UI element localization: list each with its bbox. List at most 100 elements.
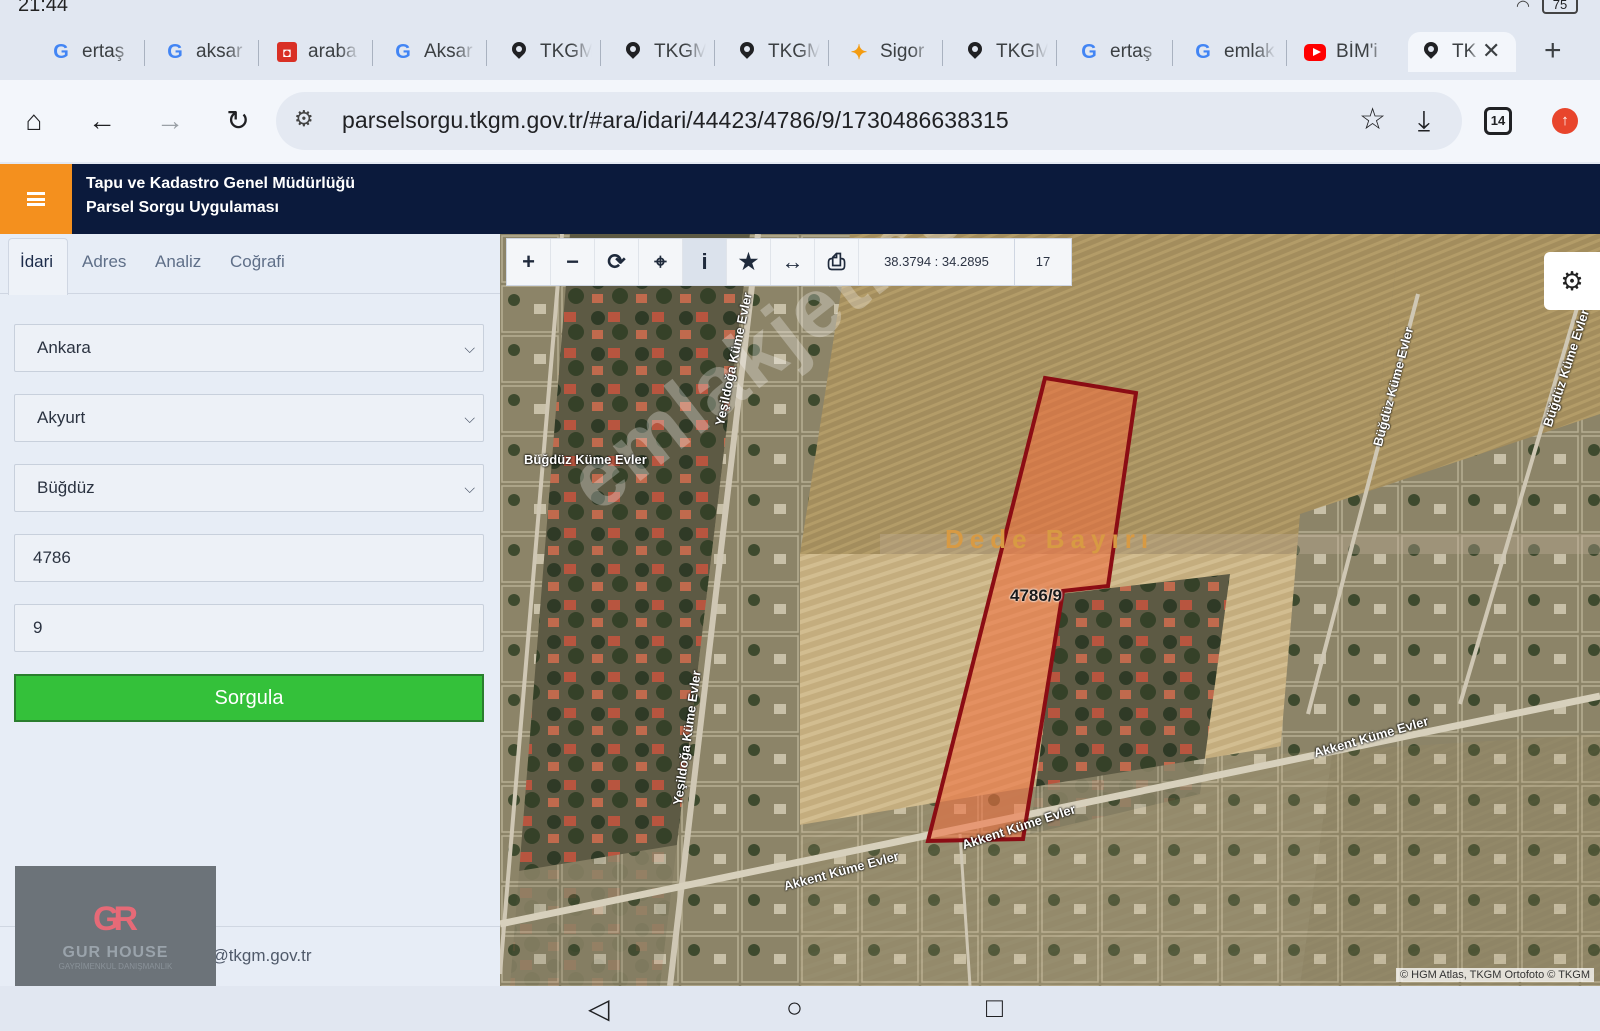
nav-recents-icon[interactable]: □	[986, 992, 1003, 1024]
status-bar: 21:44 ◠ 75	[0, 0, 1600, 22]
logo-name: GUR HOUSE	[62, 944, 169, 961]
hamburger-icon	[27, 192, 45, 206]
tab-label: Sigor	[880, 41, 925, 62]
refresh-icon[interactable]: ⟳	[595, 239, 639, 285]
bookmark-star-icon[interactable]: ☆	[1359, 102, 1386, 137]
map-view[interactable]: emlakjet.com Dede Bayırı 4786/9 Büğdüz K…	[500, 234, 1600, 986]
tab-divider	[258, 40, 259, 66]
reload-icon[interactable]: ↻	[218, 102, 258, 140]
map-pin-icon	[736, 41, 758, 63]
tab-divider	[942, 40, 943, 66]
chevron-down-icon: ⌵	[464, 340, 475, 356]
wifi-icon: ◠	[1516, 0, 1530, 15]
ada-input[interactable]: 4786	[14, 534, 484, 582]
il-select[interactable]: Ankara ⌵	[14, 324, 484, 372]
tab-divider	[600, 40, 601, 66]
tab-analiz[interactable]: Analiz	[155, 252, 201, 272]
menu-button[interactable]	[0, 164, 72, 234]
sigorta-icon: ✦	[850, 41, 868, 64]
tab-label: Aksar	[424, 41, 473, 62]
profile-update-icon[interactable]: ↑	[1552, 108, 1578, 134]
browser-tab[interactable]: Gertaş	[1078, 32, 1162, 72]
locate-icon[interactable]: ⌖	[639, 239, 683, 285]
home-icon[interactable]: ⌂	[14, 102, 54, 140]
youtube-icon	[1304, 41, 1326, 63]
status-time: 21:44	[18, 0, 69, 16]
browser-toolbar: ⌂ ← → ↻ ⚙ parselsorgu.tkgm.gov.tr/#ara/i…	[0, 80, 1600, 162]
browser-tab[interactable]: TKGM	[964, 32, 1048, 72]
tab-divider	[1286, 40, 1287, 66]
logo-subtitle: GAYRİMENKUL DANIŞMANLIK	[58, 962, 173, 971]
browser-tab[interactable]: G Aksar	[392, 32, 476, 72]
map-toolbar: + − ⟳ ⌖ i ★ ↔ ⎙ 38.3794 : 34.2895 17	[506, 238, 1072, 286]
tab-label: TKGM	[996, 41, 1048, 62]
mahalle-value: Büğdüz	[37, 478, 95, 497]
zoom-level: 17	[1035, 254, 1051, 269]
forward-icon[interactable]: →	[150, 102, 190, 140]
browser-tab[interactable]: Gertaş	[50, 32, 134, 72]
zoom-in-icon[interactable]: +	[507, 239, 551, 285]
favorite-star-icon[interactable]: ★	[727, 239, 771, 285]
map-pin-icon	[622, 41, 644, 63]
tab-count-button[interactable]: 14	[1484, 107, 1512, 135]
sahibinden-icon: ◘	[276, 41, 298, 63]
browser-tab[interactable]: BİM'i	[1304, 32, 1388, 72]
tab-label: araba	[308, 41, 357, 62]
tab-label: BİM'i	[1336, 41, 1378, 62]
site-settings-icon[interactable]: ⚙	[294, 106, 314, 132]
google-icon: G	[1195, 40, 1211, 63]
map-attribution: © HGM Atlas, TKGM Ortofoto © TKGM	[1395, 968, 1594, 982]
tab-cografi[interactable]: Coğrafi	[230, 252, 285, 272]
query-tabs: İdari Adres Analiz Coğrafi	[0, 234, 500, 295]
battery-icon: 75	[1542, 0, 1578, 14]
coordinate-readout: 38.3794 : 34.2895	[859, 239, 1015, 285]
il-value: Ankara	[37, 338, 91, 357]
mahalle-select[interactable]: Büğdüz ⌵	[14, 464, 484, 512]
sorgula-button[interactable]: Sorgula	[14, 674, 484, 722]
info-icon[interactable]: i	[683, 239, 727, 285]
google-icon: G	[167, 40, 183, 63]
google-icon: G	[53, 40, 69, 63]
app-title: Parsel Sorgu Uygulaması	[86, 199, 279, 216]
tab-divider	[714, 40, 715, 66]
chevron-down-icon: ⌵	[464, 410, 475, 426]
parsel-input[interactable]: 9	[14, 604, 484, 652]
browser-tab[interactable]: TKGM	[622, 32, 706, 72]
tab-adres[interactable]: Adres	[82, 252, 126, 272]
nav-home-icon[interactable]: ○	[786, 992, 803, 1024]
close-tab-icon[interactable]: ✕	[1482, 38, 1500, 64]
org-title: Tapu ve Kadastro Genel Müdürlüğü	[86, 175, 356, 192]
app-header: Tapu ve Kadastro Genel Müdürlüğü Parsel …	[0, 164, 1600, 234]
new-tab-icon[interactable]: +	[1544, 34, 1562, 68]
tab-idari[interactable]: İdari	[20, 252, 53, 272]
address-bar[interactable]: ⚙ parselsorgu.tkgm.gov.tr/#ara/idari/444…	[276, 92, 1462, 150]
browser-tab[interactable]: ✦ Sigor	[848, 32, 932, 72]
gear-icon[interactable]: ⚙	[1544, 252, 1600, 310]
ilce-value: Akyurt	[37, 408, 86, 427]
google-icon: G	[395, 40, 411, 63]
ilce-select[interactable]: Akyurt ⌵	[14, 394, 484, 442]
tab-divider	[372, 40, 373, 66]
url-text[interactable]: parselsorgu.tkgm.gov.tr/#ara/idari/44423…	[342, 107, 1009, 134]
tab-divider	[1172, 40, 1173, 66]
browser-tab[interactable]: Gemlak	[1192, 32, 1276, 72]
nav-back-icon[interactable]: ◁	[588, 992, 610, 1025]
parcel-label: 4786/9	[1010, 586, 1062, 605]
query-panel: İdari Adres Analiz Coğrafi Ankara ⌵ Akyur…	[0, 234, 500, 1016]
measure-icon[interactable]: ↔	[771, 239, 815, 285]
browser-tab[interactable]: ◘ araba	[276, 32, 360, 72]
browser-tab[interactable]: Gaksar	[164, 32, 248, 72]
map-pin-icon	[964, 41, 986, 63]
tab-label: aksar	[196, 41, 243, 62]
browser-tab[interactable]: TKGM	[508, 32, 592, 72]
map-pin-icon	[508, 41, 530, 63]
zoom-out-icon[interactable]: −	[551, 239, 595, 285]
print-icon[interactable]: ⎙	[815, 239, 859, 285]
download-icon[interactable]: ⤓	[1404, 102, 1444, 140]
system-nav-bar: ◁ ○ □	[0, 986, 1600, 1031]
back-icon[interactable]: ←	[82, 102, 122, 140]
tab-label: TKGM	[540, 41, 592, 62]
browser-tab[interactable]: TKGM	[736, 32, 820, 72]
tab-label: ertaş	[1110, 41, 1153, 62]
tab-strip: Gertaş Gaksar ◘ araba G Aksar TKGM TKGM TK…	[0, 22, 1600, 80]
